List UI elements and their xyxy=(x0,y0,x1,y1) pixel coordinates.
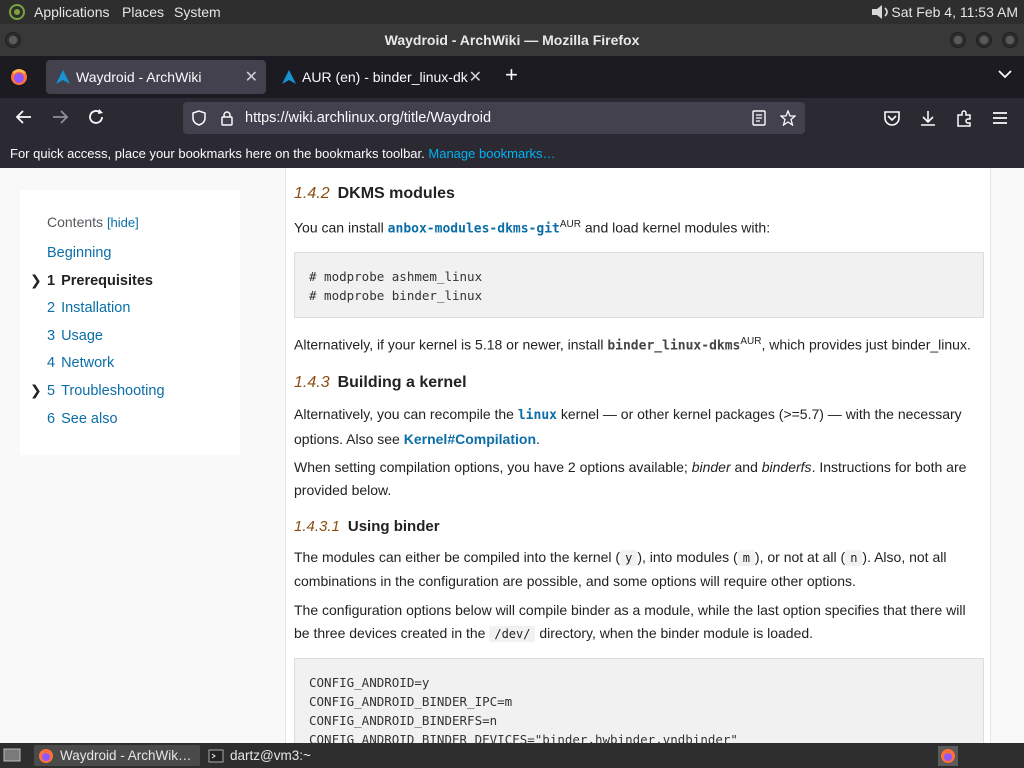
code-block[interactable]: # modprobe ashmem_linux # modprobe binde… xyxy=(294,252,984,318)
taskbar-item-firefox[interactable]: Waydroid - ArchWik… xyxy=(34,745,200,766)
archlinux-icon xyxy=(282,70,296,84)
new-tab-button[interactable]: + xyxy=(505,62,518,88)
minimize-icon[interactable] xyxy=(950,32,966,48)
close-window-icon[interactable] xyxy=(1002,32,1018,48)
toc-hide-link[interactable]: [hide] xyxy=(107,215,139,230)
section-heading-building-kernel: 1.4.3 Building a kernel xyxy=(294,374,467,391)
reload-button[interactable] xyxy=(86,108,106,128)
section-heading-dkms: 1.4.2 DKMS modules xyxy=(294,185,455,202)
chevron-right-icon[interactable]: ❯ xyxy=(30,272,42,289)
section-heading-using-binder: 1.4.3.1 Using binder xyxy=(294,518,440,535)
applications-menu[interactable]: Applications xyxy=(34,4,110,20)
reader-view-icon[interactable] xyxy=(751,110,767,126)
clock[interactable]: Sat Feb 4, 11:53 AM xyxy=(891,4,1018,20)
manage-bookmarks-link[interactable]: Manage bookmarks… xyxy=(428,146,555,161)
archlinux-icon xyxy=(56,70,70,84)
list-tabs-icon[interactable] xyxy=(998,66,1012,82)
tab-title: AUR (en) - binder_linux-dkms xyxy=(302,69,468,85)
volume-icon[interactable] xyxy=(870,3,892,21)
window-menu-icon[interactable] xyxy=(5,32,21,48)
toc-item-troubleshooting[interactable]: 5 Troubleshooting xyxy=(47,383,165,399)
toc-item-installation[interactable]: 2 Installation xyxy=(47,300,130,316)
bookmarks-message: For quick access, place your bookmarks h… xyxy=(10,146,425,161)
taskbar-item-terminal[interactable]: dartz@vm3:~ xyxy=(204,745,354,766)
window-title: Waydroid - ArchWiki — Mozilla Firefox xyxy=(384,32,640,48)
system-menu[interactable]: System xyxy=(174,4,221,20)
toc-item-see-also[interactable]: 6 See also xyxy=(47,411,118,427)
paragraph: When setting compilation options, you ha… xyxy=(294,459,967,498)
show-desktop-icon[interactable] xyxy=(3,747,21,763)
workspace-switcher-icon[interactable] xyxy=(938,746,958,766)
paragraph: Alternatively, you can recompile the lin… xyxy=(294,406,962,447)
package-link[interactable]: linux xyxy=(518,408,557,423)
code-block[interactable]: CONFIG_ANDROID=y CONFIG_ANDROID_BINDER_I… xyxy=(294,658,984,743)
places-menu[interactable]: Places xyxy=(122,4,164,20)
close-tab-icon[interactable]: ✕ xyxy=(245,67,258,87)
tab-aur[interactable]: AUR (en) - binder_linux-dkms ✕ xyxy=(272,60,490,94)
bottom-taskbar: Waydroid - ArchWik… dartz@vm3:~ xyxy=(0,743,1024,768)
web-page: Contents [hide] Beginning ❯ 1 Prerequisit… xyxy=(0,168,1024,743)
kernel-compilation-link[interactable]: Kernel#Compilation xyxy=(404,431,536,447)
terminal-icon xyxy=(208,749,224,763)
tracking-protection-shield-icon[interactable] xyxy=(191,110,207,126)
url-bar[interactable]: https://wiki.archlinux.org/title/Waydroi… xyxy=(183,102,805,134)
firefox-icon xyxy=(39,749,53,763)
extensions-icon[interactable] xyxy=(955,109,973,127)
firefox-view-icon[interactable] xyxy=(10,68,28,86)
package-link[interactable]: binder_linux-dkms xyxy=(607,339,740,354)
bookmark-star-icon[interactable] xyxy=(780,110,796,126)
toc-item-usage[interactable]: 3 Usage xyxy=(47,328,103,344)
toc-item-beginning[interactable]: Beginning xyxy=(47,245,112,261)
package-link[interactable]: anbox-modules-dkms-git xyxy=(388,222,560,237)
toc-item-network[interactable]: 4 Network xyxy=(47,355,114,371)
aur-link[interactable]: AUR xyxy=(740,336,761,347)
top-panel: Applications Places System Sat Feb 4, 11… xyxy=(0,0,1024,24)
lock-icon[interactable] xyxy=(219,110,235,126)
article-body: 1.4.2 DKMS modules You can install anbox-… xyxy=(285,168,991,743)
hamburger-menu-icon[interactable] xyxy=(991,109,1009,127)
bookmarks-toolbar: For quick access, place your bookmarks h… xyxy=(0,138,1024,168)
gnome-foot-icon[interactable] xyxy=(8,4,26,20)
window-titlebar[interactable]: Waydroid - ArchWiki — Mozilla Firefox xyxy=(0,24,1024,56)
tab-waydroid[interactable]: Waydroid - ArchWiki ✕ xyxy=(46,60,266,94)
url-text[interactable]: https://wiki.archlinux.org/title/Waydroi… xyxy=(245,110,491,126)
table-of-contents: Contents [hide] Beginning ❯ 1 Prerequisit… xyxy=(20,190,240,455)
back-button[interactable] xyxy=(14,108,34,128)
toc-item-prerequisites[interactable]: 1 Prerequisites xyxy=(47,273,153,289)
downloads-icon[interactable] xyxy=(919,109,937,127)
paragraph: The configuration options below will com… xyxy=(294,602,966,642)
toc-title: Contents [hide] xyxy=(47,214,139,230)
paragraph: The modules can either be compiled into … xyxy=(294,549,947,589)
aur-link[interactable]: AUR xyxy=(560,219,581,230)
forward-button[interactable] xyxy=(50,108,70,128)
paragraph: You can install anbox-modules-dkms-gitAU… xyxy=(294,219,771,237)
close-tab-icon[interactable]: ✕ xyxy=(469,67,482,87)
pocket-icon[interactable] xyxy=(883,109,901,127)
maximize-icon[interactable] xyxy=(976,32,992,48)
chevron-right-icon[interactable]: ❯ xyxy=(30,382,42,399)
paragraph: Alternatively, if your kernel is 5.18 or… xyxy=(294,336,971,354)
tab-title: Waydroid - ArchWiki xyxy=(76,69,202,85)
